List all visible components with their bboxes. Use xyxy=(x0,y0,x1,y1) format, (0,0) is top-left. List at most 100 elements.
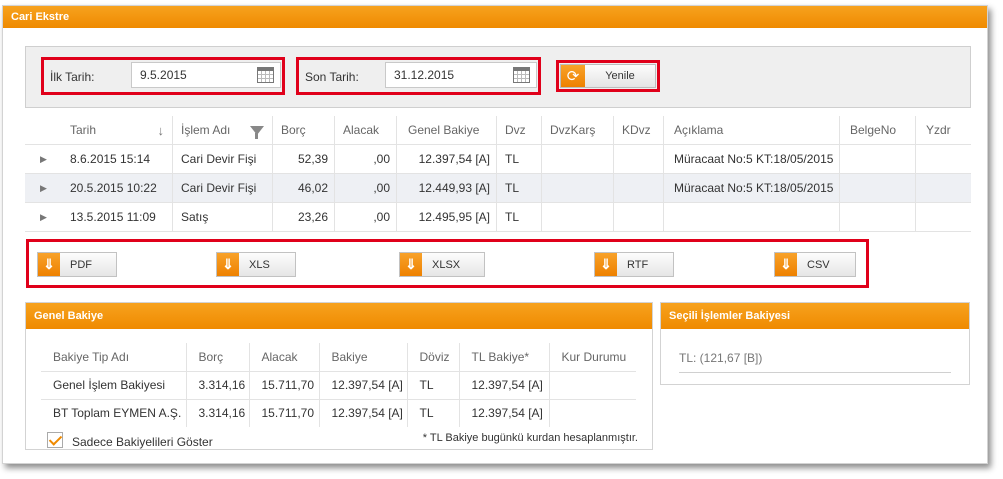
export-rtf-button[interactable]: ⇓ RTF xyxy=(594,252,674,277)
general-balance-title: Genel Bakiye xyxy=(26,303,652,329)
cell-alacak: ,00 xyxy=(335,203,397,231)
grid-header: Tarih ↓ İşlem Adı Borç Alacak Genel Baki… xyxy=(25,116,971,145)
export-bar: ⇓ PDF ⇓ XLS ⇓ XLSX ⇓ RTF ⇓ CSV xyxy=(26,239,869,288)
cell-islem-adi: Satış xyxy=(173,203,273,231)
cell-borc: 23,26 xyxy=(273,203,335,231)
cell-alacak: ,00 xyxy=(335,174,397,202)
calendar-icon[interactable] xyxy=(513,67,530,83)
col-header-alacak[interactable]: Alacak xyxy=(335,116,397,144)
selected-balance-panel: Seçili İşlemler Bakiyesi TL: (121,67 [B]… xyxy=(660,302,970,385)
col-header-yzdr[interactable]: Yzdr xyxy=(916,116,971,144)
export-rtf-label: RTF xyxy=(627,258,649,271)
only-balanced-checkbox[interactable] xyxy=(47,432,63,448)
tl-balance-note: * TL Bakiye bugünkü kurdan hesaplanmıştı… xyxy=(422,432,638,444)
cell-tarih: 8.6.2015 15:14 xyxy=(62,145,173,173)
cell-kdvz xyxy=(614,174,664,202)
refresh-button[interactable]: ⟳ Yenile xyxy=(560,64,656,88)
col-header-aciklama[interactable]: Açıklama xyxy=(664,116,840,144)
balance-cell xyxy=(549,371,636,400)
col-header-islem-adi[interactable]: İşlem Adı xyxy=(173,116,273,144)
balance-cell: 12.397,54 [A] xyxy=(459,371,550,400)
expander-header xyxy=(25,116,62,144)
balance-header-row: Bakiye Tip Adı Borç Alacak Bakiye Döviz … xyxy=(41,343,636,372)
balance-col-header: Bakiye xyxy=(319,343,408,372)
export-pdf-label: PDF xyxy=(70,258,92,271)
cell-tarih: 20.5.2015 10:22 xyxy=(62,174,173,202)
col-header-tarih[interactable]: Tarih ↓ xyxy=(62,116,173,144)
col-header-borc[interactable]: Borç xyxy=(273,116,335,144)
col-header-kdvz[interactable]: KDvz xyxy=(614,116,664,144)
general-balance-panel: Genel Bakiye Bakiye Tip Adı Borç Alacak … xyxy=(25,302,653,450)
col-header-dvz[interactable]: Dvz xyxy=(497,116,542,144)
download-icon: ⇓ xyxy=(217,253,239,276)
cell-genel-bakiye: 12.449,93 [A] xyxy=(397,174,497,202)
balance-col-header: Döviz xyxy=(407,343,460,372)
panel-title: Cari Ekstre xyxy=(3,6,987,28)
col-header-genel-bakiye[interactable]: Genel Bakiye xyxy=(397,116,497,144)
balance-cell: Genel İşlem Bakiyesi xyxy=(41,371,187,400)
cell-borc: 52,39 xyxy=(273,145,335,173)
selected-balance-value: TL: (121,67 [B]) xyxy=(679,351,763,365)
balance-cell: TL xyxy=(407,371,460,400)
export-xlsx-button[interactable]: ⇓ XLSX xyxy=(399,252,485,277)
balance-cell: 3.314,16 xyxy=(186,399,250,427)
balance-cell: 12.397,54 [A] xyxy=(319,399,408,427)
filter-icon[interactable] xyxy=(250,125,264,139)
cell-kdvz xyxy=(614,203,664,231)
only-balanced-label[interactable]: Sadece Bakiyelileri Göster xyxy=(72,435,213,449)
refresh-group: ⟳ Yenile xyxy=(556,60,660,92)
cell-dvz: TL xyxy=(497,203,542,231)
end-date-input[interactable]: 31.12.2015 xyxy=(385,62,537,88)
divider xyxy=(679,372,951,373)
balance-col-header: Bakiye Tip Adı xyxy=(41,343,187,372)
cell-islem-adi: Cari Devir Fişi xyxy=(173,145,273,173)
cell-yzdr xyxy=(916,145,971,173)
balance-cell: BT Toplam EYMEN A.Ş. xyxy=(41,399,187,427)
sort-down-icon[interactable]: ↓ xyxy=(158,123,165,138)
filter-bar: İlk Tarih: 9.5.2015 Son Tarih: 31.12.201… xyxy=(25,46,971,108)
balance-table: Bakiye Tip Adı Borç Alacak Bakiye Döviz … xyxy=(41,343,636,427)
row-expand-icon[interactable]: ▶ xyxy=(25,145,62,173)
start-date-value: 9.5.2015 xyxy=(140,68,187,82)
export-csv-button[interactable]: ⇓ CSV xyxy=(774,252,856,277)
balance-cell: 15.711,70 xyxy=(249,399,320,427)
export-xlsx-label: XLSX xyxy=(432,258,461,271)
cell-belgeno xyxy=(840,203,916,231)
cell-aciklama: Müracaat No:5 KT:18/05/2015 xyxy=(664,145,840,173)
cell-dvzkars xyxy=(542,145,614,173)
export-xls-label: XLS xyxy=(249,258,270,271)
balance-row: Genel İşlem Bakiyesi 3.314,16 15.711,70 … xyxy=(41,371,636,400)
balance-cell: 12.397,54 [A] xyxy=(319,371,408,400)
row-expand-icon[interactable]: ▶ xyxy=(25,203,62,231)
cell-dvz: TL xyxy=(497,174,542,202)
balance-cell: 3.314,16 xyxy=(186,371,250,400)
col-header-belgeno[interactable]: BelgeNo xyxy=(840,116,916,144)
cell-tarih: 13.5.2015 11:09 xyxy=(62,203,173,231)
refresh-button-label: Yenile xyxy=(605,70,635,82)
cell-dvzkars xyxy=(542,174,614,202)
row-expand-icon[interactable]: ▶ xyxy=(25,174,62,202)
cell-dvzkars xyxy=(542,203,614,231)
balance-cell: TL xyxy=(407,399,460,427)
balance-row: BT Toplam EYMEN A.Ş. 3.314,16 15.711,70 … xyxy=(41,399,636,427)
calendar-icon[interactable] xyxy=(257,67,274,83)
cell-genel-bakiye: 12.495,95 [A] xyxy=(397,203,497,231)
start-date-group: İlk Tarih: 9.5.2015 xyxy=(41,57,285,95)
table-row[interactable]: ▶ 13.5.2015 11:09 Satış 23,26 ,00 12.495… xyxy=(25,203,971,232)
end-date-value: 31.12.2015 xyxy=(394,68,455,82)
col-header-dvzkars[interactable]: DvzKarş xyxy=(542,116,614,144)
download-icon: ⇓ xyxy=(38,253,60,276)
table-row[interactable]: ▶ 8.6.2015 15:14 Cari Devir Fişi 52,39 ,… xyxy=(25,145,971,174)
balance-col-header: Kur Durumu xyxy=(549,343,636,372)
export-pdf-button[interactable]: ⇓ PDF xyxy=(37,252,117,277)
balance-col-header: Alacak xyxy=(249,343,320,372)
refresh-icon: ⟳ xyxy=(561,65,585,87)
cell-kdvz xyxy=(614,145,664,173)
start-date-input[interactable]: 9.5.2015 xyxy=(131,62,281,88)
cari-ekstre-panel: Cari Ekstre İlk Tarih: 9.5.2015 Son Tari… xyxy=(2,5,988,464)
export-xls-button[interactable]: ⇓ XLS xyxy=(216,252,296,277)
table-row[interactable]: ▶ 20.5.2015 10:22 Cari Devir Fişi 46,02 … xyxy=(25,174,971,203)
cell-belgeno xyxy=(840,145,916,173)
download-icon: ⇓ xyxy=(400,253,422,276)
cell-aciklama: Müracaat No:5 KT:18/05/2015 xyxy=(664,174,840,202)
